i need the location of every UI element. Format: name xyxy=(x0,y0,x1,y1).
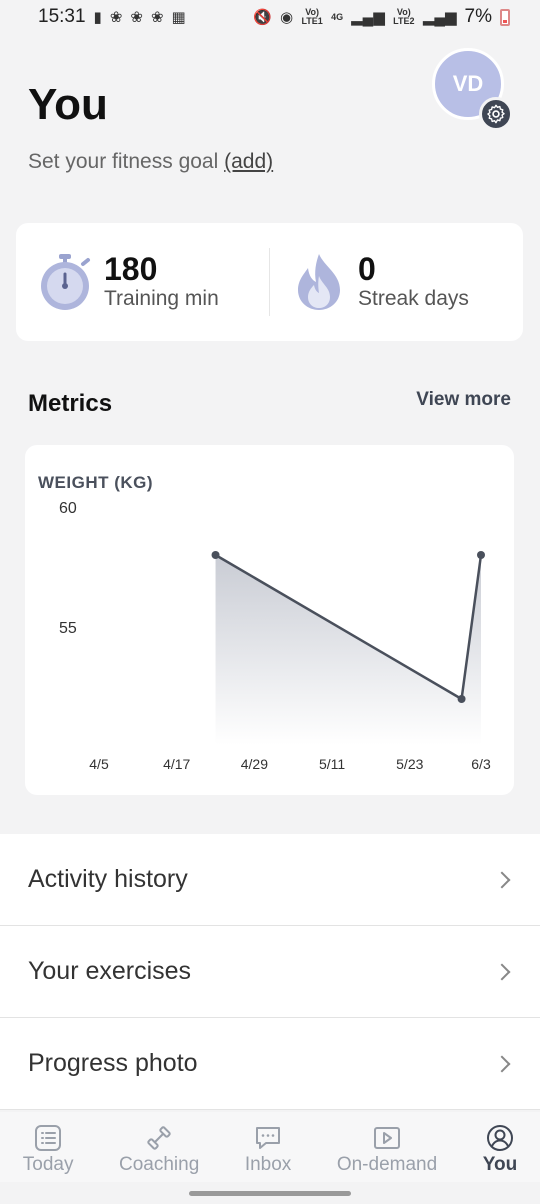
network-label-2: Vo) LTE2 xyxy=(393,7,415,26)
page-title: You xyxy=(28,80,108,129)
chevron-right-icon xyxy=(493,1055,511,1072)
play-icon xyxy=(373,1124,401,1152)
avatar-initials: VD xyxy=(452,71,484,96)
chevron-right-icon xyxy=(493,963,511,980)
weight-chart-card[interactable]: WEIGHT (KG) 60 55 4/5 4/17 4/29 5/11 5/23 6/3 xyxy=(25,445,514,795)
y-tick-label: 55 xyxy=(59,620,77,637)
fitness-goal-text: Set your fitness goal (add) xyxy=(28,150,273,174)
signal-icon: ▂▄▆ xyxy=(351,9,385,26)
battery-percent: 7% xyxy=(464,6,492,27)
notification-icon: ❀ xyxy=(109,9,123,26)
bottom-navigation: Today Coaching Inbox On-demand You xyxy=(0,1112,540,1182)
battery-icon xyxy=(500,8,510,26)
alert-icon: ▮ xyxy=(93,9,102,26)
status-bar: 15:31 ▮ ❀ ❀ ❀ ▦ 🔇 ◉ Vo) LTE1 4G ▂▄▆ Vo) … xyxy=(0,0,540,34)
nav-inbox-label: Inbox xyxy=(244,1154,292,1175)
x-tick-label: 4/17 xyxy=(163,756,190,772)
signal-icon: ▂▄▆ xyxy=(422,9,457,26)
activity-history-label: Activity history xyxy=(28,865,188,893)
x-tick-label: 5/23 xyxy=(396,756,423,772)
chevron-right-icon xyxy=(493,871,511,888)
weight-chart: 60 55 4/5 4/17 4/29 5/11 5/23 6/3 xyxy=(59,500,491,772)
profile-menu-list: Activity history Your exercises Progress… xyxy=(0,834,540,1110)
nav-you[interactable]: You xyxy=(483,1124,517,1176)
stats-card: 180 Training min 0 Streak days xyxy=(16,223,523,341)
chat-icon xyxy=(254,1124,282,1152)
x-tick-label: 4/29 xyxy=(241,756,268,772)
stopwatch-icon xyxy=(38,252,92,312)
your-exercises-label: Your exercises xyxy=(28,957,192,985)
flame-icon xyxy=(292,252,346,312)
view-more-link[interactable]: View more xyxy=(416,389,511,411)
activity-history-row[interactable]: Activity history xyxy=(0,834,540,926)
training-minutes-value: 180 xyxy=(104,251,158,287)
data-point xyxy=(457,695,466,703)
add-goal-link[interactable]: (add) xyxy=(224,150,273,173)
nav-today-label: Today xyxy=(22,1154,74,1175)
your-exercises-row[interactable]: Your exercises xyxy=(0,926,540,1018)
network-type-label: 4G xyxy=(331,11,344,22)
nav-on-demand-label: On-demand xyxy=(336,1154,438,1175)
settings-button[interactable] xyxy=(479,97,513,131)
calendar-icon: ▦ xyxy=(171,9,186,26)
progress-photo-row[interactable]: Progress photo xyxy=(0,1018,540,1110)
nav-coaching[interactable]: Coaching xyxy=(119,1124,199,1176)
y-tick-label: 60 xyxy=(59,500,77,517)
notification-icon: ❀ xyxy=(130,9,143,26)
nav-today[interactable]: Today xyxy=(22,1124,74,1176)
streak-days-stat[interactable]: 0 Streak days xyxy=(269,248,523,316)
network-label-1: Vo) LTE1 xyxy=(301,7,323,26)
nav-coaching-label: Coaching xyxy=(119,1154,200,1175)
series-area xyxy=(215,555,482,745)
home-indicator[interactable] xyxy=(189,1191,351,1196)
training-minutes-label: Training min xyxy=(104,287,219,310)
training-minutes-stat[interactable]: 180 Training min xyxy=(16,223,269,341)
streak-days-label: Streak days xyxy=(358,287,469,310)
mute-icon: 🔇 xyxy=(253,9,273,26)
status-right: 🔇 ◉ Vo) LTE1 4G ▂▄▆ Vo) LTE2 ▂▄▆ 7% xyxy=(253,6,510,28)
hotspot-icon: ◉ xyxy=(280,9,294,26)
nav-inbox[interactable]: Inbox xyxy=(245,1124,291,1176)
metrics-heading: Metrics xyxy=(28,390,113,417)
notification-icon: ❀ xyxy=(150,9,164,26)
list-icon xyxy=(34,1124,62,1152)
nav-you-label: You xyxy=(482,1154,518,1175)
data-point xyxy=(211,551,220,559)
nav-on-demand[interactable]: On-demand xyxy=(337,1124,437,1176)
clock: 15:31 xyxy=(38,6,86,27)
dumbbell-icon xyxy=(145,1124,173,1152)
x-tick-label: 6/3 xyxy=(471,756,491,772)
x-tick-label: 4/5 xyxy=(89,756,109,772)
gear-icon xyxy=(487,104,505,124)
progress-photo-label: Progress photo xyxy=(28,1049,198,1077)
x-tick-label: 5/11 xyxy=(319,756,345,772)
goal-prefix: Set your fitness goal xyxy=(28,150,225,173)
user-icon xyxy=(486,1124,514,1152)
streak-days-value: 0 xyxy=(358,251,376,287)
data-point xyxy=(477,551,485,559)
status-left: 15:31 ▮ ❀ ❀ ❀ ▦ xyxy=(38,6,186,28)
